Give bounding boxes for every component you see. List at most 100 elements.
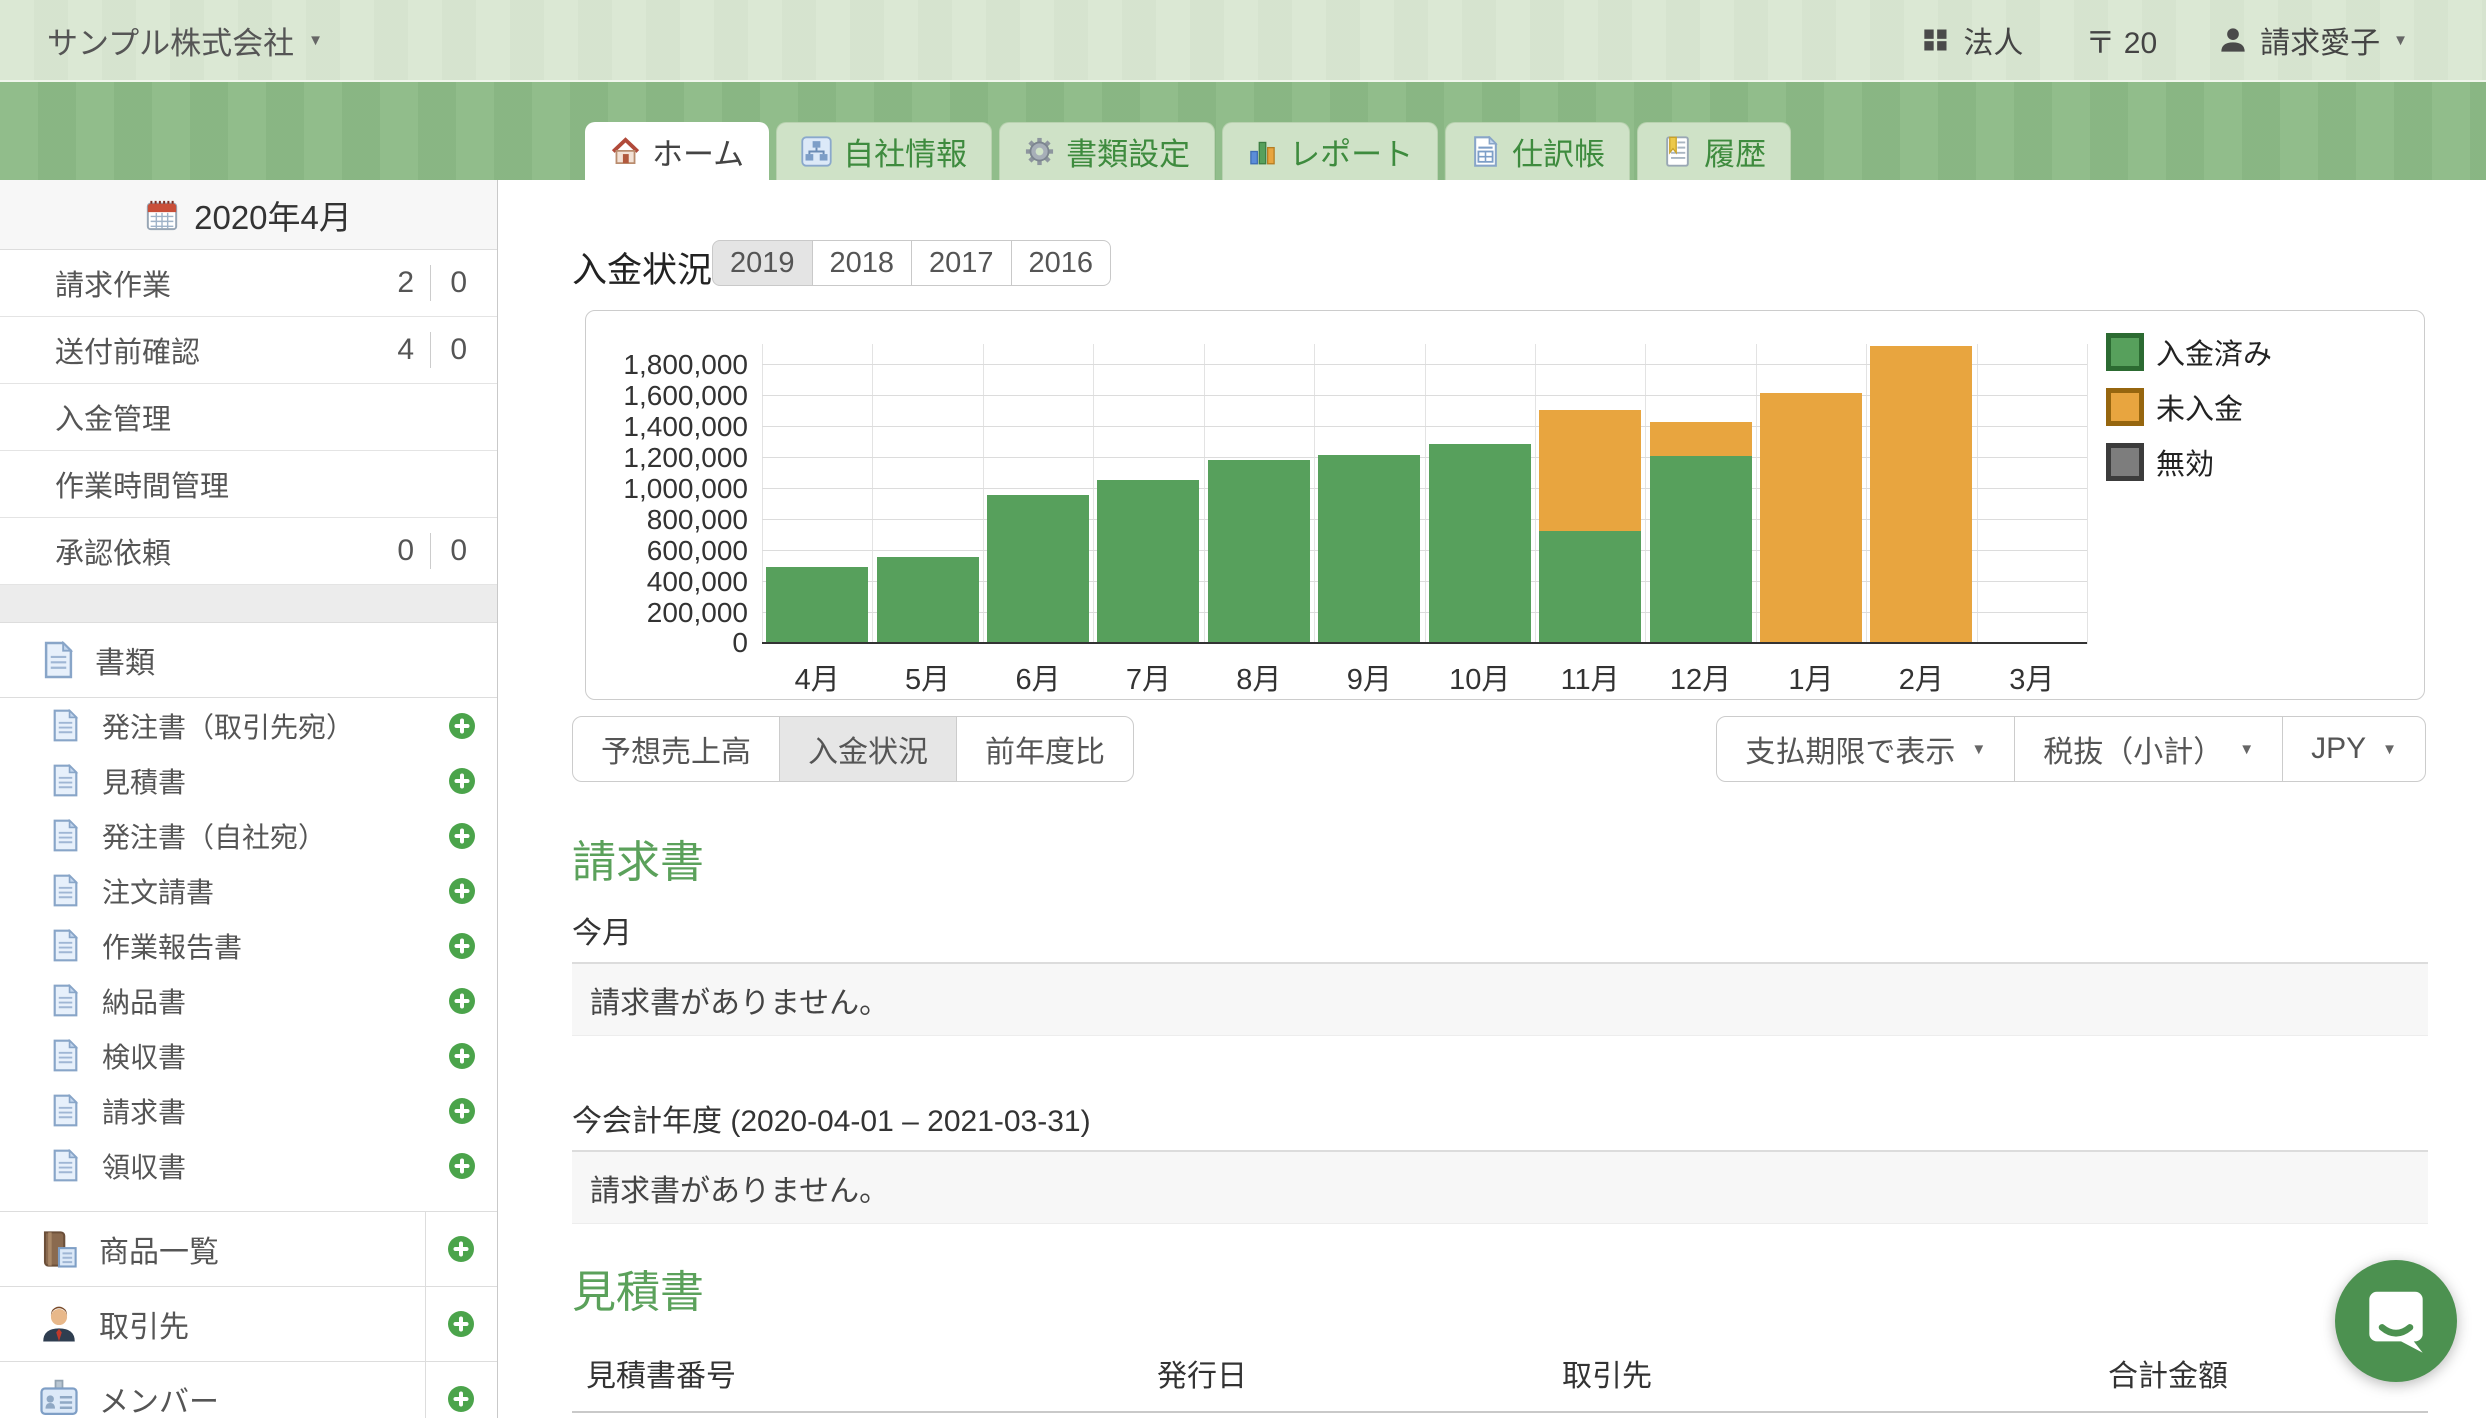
x-axis-tick-label: 9月 — [1347, 656, 1392, 698]
vertical-gridline — [983, 344, 984, 644]
tab-bar: ホーム 自社情報 書類設定 — [585, 122, 1791, 180]
sidebar-item-members[interactable]: メンバー — [0, 1361, 497, 1418]
sidebar-item-order-confirmation[interactable]: 注文請書 — [0, 863, 497, 918]
bar-入金済み-4月[interactable] — [766, 567, 868, 645]
bar-未入金-12月[interactable] — [1650, 422, 1752, 456]
sidebar-item-delivery-slip[interactable]: 納品書 — [0, 973, 497, 1028]
sidebar-item-quote[interactable]: 見積書 — [0, 753, 497, 808]
document-icon — [52, 929, 79, 962]
y-axis-tick-label: 1,800,000 — [623, 349, 748, 381]
tab-home[interactable]: ホーム — [585, 122, 769, 180]
tab-label: 自社情報 — [843, 129, 967, 174]
column-total-amount: 合計金額 — [2108, 1351, 2228, 1395]
add-client-button[interactable] — [448, 1311, 474, 1337]
add-document-button[interactable] — [449, 713, 475, 739]
filter-label: 税抜（小計） — [2043, 727, 2223, 771]
bar-入金済み-9月[interactable] — [1318, 455, 1420, 644]
bar-入金済み-8月[interactable] — [1208, 460, 1310, 644]
due-date-filter-dropdown[interactable]: 支払期限で表示 ▼ — [1716, 716, 2015, 782]
sidebar-item-time-management[interactable]: 作業時間管理 — [0, 451, 497, 518]
y-axis-tick-label: 600,000 — [647, 535, 748, 567]
tab-report[interactable]: レポート — [1222, 122, 1438, 180]
bar-入金済み-6月[interactable] — [987, 495, 1089, 644]
tab-company-info[interactable]: 自社情報 — [776, 122, 992, 180]
bar-入金済み-11月[interactable] — [1539, 531, 1641, 644]
document-icon — [52, 1039, 79, 1072]
sidebar-documents-header: 書類 — [0, 623, 497, 698]
year-button-2019[interactable]: 2019 — [712, 240, 813, 286]
add-product-button[interactable] — [448, 1236, 474, 1262]
sidebar-item-payment-management[interactable]: 入金管理 — [0, 384, 497, 451]
sidebar-item-product-list[interactable]: 商品一覧 — [0, 1211, 497, 1286]
bar-入金済み-7月[interactable] — [1097, 480, 1199, 644]
doc-label: 領収書 — [102, 1146, 186, 1186]
sidebar-item-inspection-certificate[interactable]: 検収書 — [0, 1028, 497, 1083]
add-document-button[interactable] — [449, 823, 475, 849]
sidebar-item-invoice[interactable]: 請求書 — [0, 1083, 497, 1138]
legend-item-paid: 入金済み — [2106, 331, 2272, 373]
add-document-button[interactable] — [449, 933, 475, 959]
y-axis-tick-label: 200,000 — [647, 597, 748, 629]
invoice-empty-text: 請求書がありません。 — [590, 978, 889, 1022]
doc-label: 納品書 — [102, 981, 186, 1021]
currency-dropdown[interactable]: JPY ▼ — [2282, 716, 2426, 782]
sidebar-item-receipt[interactable]: 領収書 — [0, 1138, 497, 1193]
add-member-button[interactable] — [448, 1386, 474, 1412]
year-button-2018[interactable]: 2018 — [812, 240, 913, 286]
bar-未入金-1月[interactable] — [1760, 393, 1862, 644]
year-selector: 2019 2018 2017 2016 — [712, 240, 1111, 286]
task-count: 0 — [368, 534, 414, 568]
task-count: 2 — [368, 266, 414, 300]
add-document-button[interactable] — [449, 878, 475, 904]
bar-未入金-11月[interactable] — [1539, 410, 1641, 531]
view-button-yoy[interactable]: 前年度比 — [956, 716, 1134, 782]
tab-history[interactable]: 履歴 — [1637, 122, 1791, 180]
quote-section-title: 見積書 — [572, 1256, 704, 1320]
add-document-button[interactable] — [449, 1043, 475, 1069]
product-list-icon — [38, 1228, 80, 1270]
task-alert-count: 0 — [431, 266, 467, 300]
view-button-forecast-sales[interactable]: 予想売上高 — [572, 716, 780, 782]
add-document-button[interactable] — [449, 1153, 475, 1179]
sidebar-month-label: 2020年4月 — [194, 191, 352, 239]
sidebar-month-header[interactable]: 2020年4月 — [0, 180, 497, 250]
sidebar-item-purchase-order-client[interactable]: 発注書（取引先宛） — [0, 698, 497, 753]
sidebar-item-purchase-order-own[interactable]: 発注書（自社宛） — [0, 808, 497, 863]
add-document-button[interactable] — [449, 1098, 475, 1124]
tab-journal[interactable]: 仕訳帳 — [1445, 122, 1630, 180]
tax-mode-dropdown[interactable]: 税抜（小計） ▼ — [2014, 716, 2283, 782]
x-axis-line: 0 — [762, 642, 2087, 644]
document-icon — [52, 819, 79, 852]
org-type-menu[interactable]: 法人 — [1922, 18, 2023, 62]
bar-未入金-2月[interactable] — [1870, 346, 1972, 644]
vertical-gridline — [1535, 344, 1536, 644]
year-button-2017[interactable]: 2017 — [911, 240, 1012, 286]
invoice-period-label: 今月 — [572, 908, 632, 952]
sidebar-item-work-report[interactable]: 作業報告書 — [0, 918, 497, 973]
sidebar-item-clients[interactable]: 取引先 — [0, 1286, 497, 1361]
sidebar-item-approval-requests[interactable]: 承認依頼 0 0 — [0, 518, 497, 585]
invoice-empty-text: 請求書がありません。 — [590, 1166, 889, 1210]
bar-入金済み-12月[interactable] — [1650, 456, 1752, 644]
chat-widget-button[interactable] — [2335, 1260, 2457, 1382]
user-menu[interactable]: 請求愛子 ▼ — [2219, 18, 2408, 62]
document-icon — [52, 874, 79, 907]
add-document-button[interactable] — [449, 988, 475, 1014]
vertical-gridline — [1425, 344, 1426, 644]
chart-plot-area: 0200,000400,000600,000800,0001,000,0001,… — [762, 344, 2087, 644]
legend-swatch-void — [2106, 443, 2144, 481]
tab-document-settings[interactable]: 書類設定 — [999, 122, 1215, 180]
company-menu[interactable]: サンプル株式会社 ▼ — [47, 18, 323, 63]
add-document-button[interactable] — [449, 768, 475, 794]
sidebar-item-presend-check[interactable]: 送付前確認 4 0 — [0, 317, 497, 384]
legend-swatch-paid — [2106, 333, 2144, 371]
x-axis-tick-label: 4月 — [795, 656, 840, 698]
view-button-payment-status[interactable]: 入金状況 — [779, 716, 957, 782]
task-label: 作業時間管理 — [55, 463, 229, 505]
y-axis-tick-label: 400,000 — [647, 566, 748, 598]
bar-入金済み-5月[interactable] — [877, 557, 979, 644]
year-button-2016[interactable]: 2016 — [1011, 240, 1112, 286]
bar-入金済み-10月[interactable] — [1429, 444, 1531, 644]
sidebar-item-billing-tasks[interactable]: 請求作業 2 0 — [0, 250, 497, 317]
postal-points[interactable]: 〒 20 — [2085, 18, 2157, 62]
